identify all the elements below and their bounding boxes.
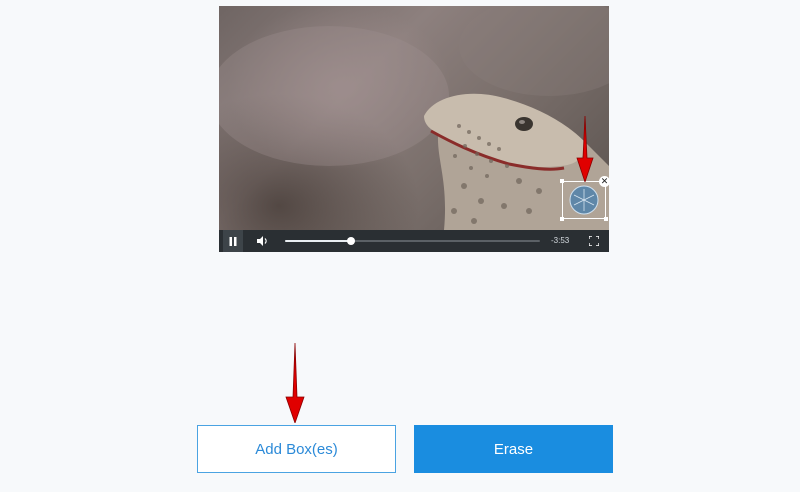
pause-button[interactable] xyxy=(223,230,243,252)
annotation-arrow-watermark xyxy=(576,116,594,182)
seek-bar-knob[interactable] xyxy=(347,237,356,245)
volume-icon xyxy=(257,236,267,246)
video-control-bar: -3:53 xyxy=(219,230,609,252)
erase-button[interactable]: Erase xyxy=(414,425,613,473)
add-box-button[interactable]: Add Box(es) xyxy=(197,425,396,473)
video-player: ✕ -3:53 xyxy=(219,6,610,252)
resize-handle[interactable] xyxy=(560,179,564,183)
seek-bar[interactable] xyxy=(285,237,540,245)
watermark-selection-box[interactable] xyxy=(562,181,606,219)
resize-handle[interactable] xyxy=(604,217,608,221)
volume-button[interactable] xyxy=(253,230,273,252)
fullscreen-button[interactable] xyxy=(585,230,603,252)
video-frame[interactable] xyxy=(219,6,609,230)
annotation-arrow-add-box xyxy=(285,343,305,423)
remove-box-close-icon[interactable]: ✕ xyxy=(599,176,610,187)
seek-bar-played xyxy=(285,240,352,242)
video-content-snake xyxy=(219,6,609,230)
time-remaining: -3:53 xyxy=(551,236,570,245)
watermark-logo xyxy=(569,185,599,215)
fullscreen-icon xyxy=(589,236,599,246)
resize-handle[interactable] xyxy=(560,217,564,221)
pause-icon xyxy=(229,236,237,246)
